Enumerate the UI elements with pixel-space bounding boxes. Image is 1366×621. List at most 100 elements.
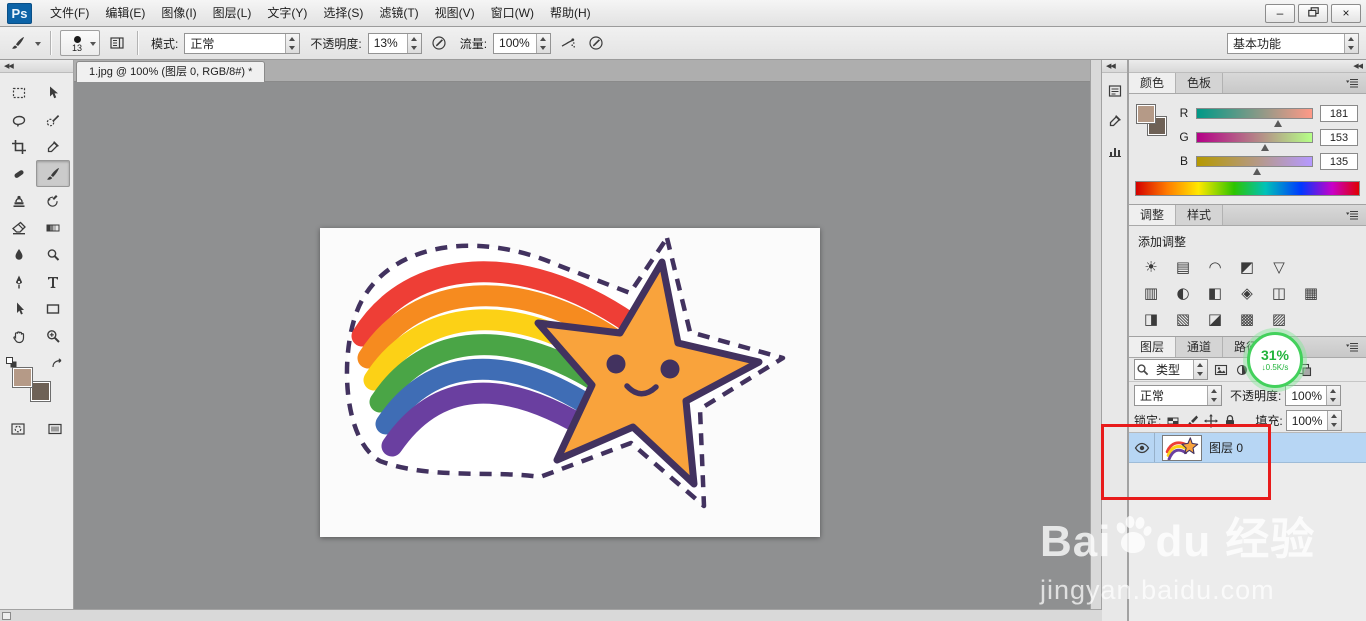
black-white-icon[interactable]: ◧ xyxy=(1201,281,1229,305)
invert-icon[interactable]: ◨ xyxy=(1137,307,1165,331)
path-selection-tool[interactable] xyxy=(2,295,36,322)
canvas[interactable] xyxy=(74,82,1090,609)
close-button[interactable]: × xyxy=(1331,3,1361,23)
minimize-button[interactable]: – xyxy=(1265,3,1295,23)
gradient-map-icon[interactable]: ▩ xyxy=(1233,307,1261,331)
menu-item[interactable]: 滤镜(T) xyxy=(371,0,426,26)
tab-swatches[interactable]: 色板 xyxy=(1176,73,1224,93)
quick-mask-button[interactable] xyxy=(1,415,35,442)
hue-saturation-icon[interactable]: ▥ xyxy=(1137,281,1165,305)
vertical-scrollbar[interactable] xyxy=(1090,60,1102,609)
menu-item[interactable]: 选择(S) xyxy=(315,0,371,26)
threshold-icon[interactable]: ◪ xyxy=(1201,307,1229,331)
background-color-swatch[interactable] xyxy=(30,381,51,402)
photo-filter-icon[interactable]: ◈ xyxy=(1233,281,1261,305)
menu-item[interactable]: 图层(L) xyxy=(205,0,260,26)
pixel-layer-filter-icon[interactable] xyxy=(1211,360,1231,380)
blur-tool[interactable] xyxy=(2,241,36,268)
tool-preset-arrow-icon[interactable] xyxy=(35,41,41,49)
zoom-tool[interactable] xyxy=(36,322,70,349)
panel-menu-icon[interactable] xyxy=(1345,337,1366,357)
panel-menu-icon[interactable] xyxy=(1345,73,1366,93)
swap-colors-icon[interactable] xyxy=(49,355,65,374)
dropdown-arrows-icon[interactable] xyxy=(536,33,551,53)
tab-styles[interactable]: 样式 xyxy=(1176,205,1224,225)
dropdown-arrows-icon[interactable] xyxy=(1207,386,1221,405)
channel-slider-handle[interactable] xyxy=(1261,140,1269,151)
tab-channels[interactable]: 通道 xyxy=(1176,337,1224,357)
dropdown-arrows-icon[interactable] xyxy=(285,33,300,53)
open-image[interactable] xyxy=(320,228,820,537)
dodge-tool[interactable] xyxy=(36,241,70,268)
blend-mode-dropdown[interactable]: 正常 xyxy=(184,32,301,54)
lasso-tool[interactable] xyxy=(2,106,36,133)
spot-healing-brush-tool[interactable] xyxy=(2,160,36,187)
layer-opacity-dropdown[interactable]: 100% xyxy=(1285,385,1342,406)
rectangular-marquee-tool[interactable] xyxy=(2,79,36,106)
opacity-dropdown[interactable]: 13% xyxy=(367,32,422,54)
pressure-opacity-icon[interactable] xyxy=(428,32,450,54)
foreground-color-swatch[interactable] xyxy=(12,367,33,388)
dock-collapse-bar[interactable]: ◀◀ xyxy=(1129,60,1366,73)
move-tool[interactable] xyxy=(36,79,70,106)
dropdown-arrows-icon[interactable] xyxy=(1326,386,1341,405)
channel-slider[interactable] xyxy=(1196,155,1313,175)
tab-color[interactable]: 颜色 xyxy=(1129,73,1177,93)
info-panel-icon[interactable] xyxy=(1104,110,1126,132)
tools-panel-collapse-bar[interactable]: ◀◀ xyxy=(0,60,73,73)
screen-mode-button[interactable] xyxy=(38,415,72,442)
menu-item[interactable]: 窗口(W) xyxy=(483,0,542,26)
channel-slider[interactable] xyxy=(1196,107,1313,127)
brightness-contrast-icon[interactable]: ☀ xyxy=(1137,255,1165,279)
menu-item[interactable]: 图像(I) xyxy=(153,0,204,26)
levels-icon[interactable]: ▤ xyxy=(1169,255,1197,279)
eraser-tool[interactable] xyxy=(2,214,36,241)
dropdown-arrows-icon[interactable] xyxy=(1193,360,1207,379)
posterize-icon[interactable]: ▧ xyxy=(1169,307,1197,331)
shape-tool[interactable] xyxy=(36,295,70,322)
channel-mixer-icon[interactable]: ◫ xyxy=(1265,281,1293,305)
brush-preset-picker[interactable]: 13 xyxy=(60,30,100,56)
quick-selection-tool[interactable] xyxy=(36,106,70,133)
clone-stamp-tool[interactable] xyxy=(2,187,36,214)
panel-menu-icon[interactable] xyxy=(1345,205,1366,225)
crop-tool[interactable] xyxy=(2,133,36,160)
dropdown-arrows-icon[interactable] xyxy=(406,33,421,53)
exposure-icon[interactable]: ◩ xyxy=(1233,255,1261,279)
flow-dropdown[interactable]: 100% xyxy=(493,32,552,54)
resize-grip-icon[interactable] xyxy=(2,611,11,620)
menu-item[interactable]: 视图(V) xyxy=(427,0,483,26)
channel-value[interactable]: 181 xyxy=(1320,104,1358,122)
selective-color-icon[interactable]: ▨ xyxy=(1265,307,1293,331)
document-tab[interactable]: 1.jpg @ 100% (图层 0, RGB/8#) * xyxy=(76,61,266,82)
layer-blend-mode-dropdown[interactable]: 正常 xyxy=(1134,385,1222,406)
airbrush-icon[interactable] xyxy=(557,32,579,54)
channel-slider-handle[interactable] xyxy=(1273,116,1282,127)
vibrance-icon[interactable]: ▽ xyxy=(1265,255,1293,279)
workspace-switcher[interactable]: 基本功能 xyxy=(1227,32,1359,54)
tab-layers[interactable]: 图层 xyxy=(1129,337,1177,357)
type-tool[interactable] xyxy=(36,268,70,295)
layer-filter-dropdown[interactable]: 类型 xyxy=(1134,359,1208,380)
color-spectrum-ramp[interactable] xyxy=(1135,181,1360,196)
curves-icon[interactable]: ◠ xyxy=(1201,255,1229,279)
channel-slider-handle[interactable] xyxy=(1252,164,1261,175)
layer-fill-dropdown[interactable]: 100% xyxy=(1285,410,1342,431)
menu-item[interactable]: 帮助(H) xyxy=(542,0,599,26)
gradient-tool[interactable] xyxy=(36,214,70,241)
channel-slider[interactable] xyxy=(1196,131,1313,151)
hand-tool[interactable] xyxy=(2,322,36,349)
dropdown-arrows-icon[interactable] xyxy=(1326,411,1341,430)
tab-adjustments[interactable]: 调整 xyxy=(1129,205,1177,225)
properties-panel-icon[interactable] xyxy=(1104,80,1126,102)
pen-tool[interactable] xyxy=(2,268,36,295)
channel-value[interactable]: 135 xyxy=(1320,152,1358,170)
color-balance-icon[interactable]: ◐ xyxy=(1169,281,1197,305)
menu-item[interactable]: 文字(Y) xyxy=(259,0,315,26)
foreground-color-swatch[interactable] xyxy=(1136,104,1156,124)
menu-item[interactable]: 编辑(E) xyxy=(97,0,153,26)
color-lookup-icon[interactable]: ▦ xyxy=(1297,281,1325,305)
brush-tool[interactable] xyxy=(36,160,70,187)
histogram-panel-icon[interactable] xyxy=(1104,140,1126,162)
history-brush-tool[interactable] xyxy=(36,187,70,214)
